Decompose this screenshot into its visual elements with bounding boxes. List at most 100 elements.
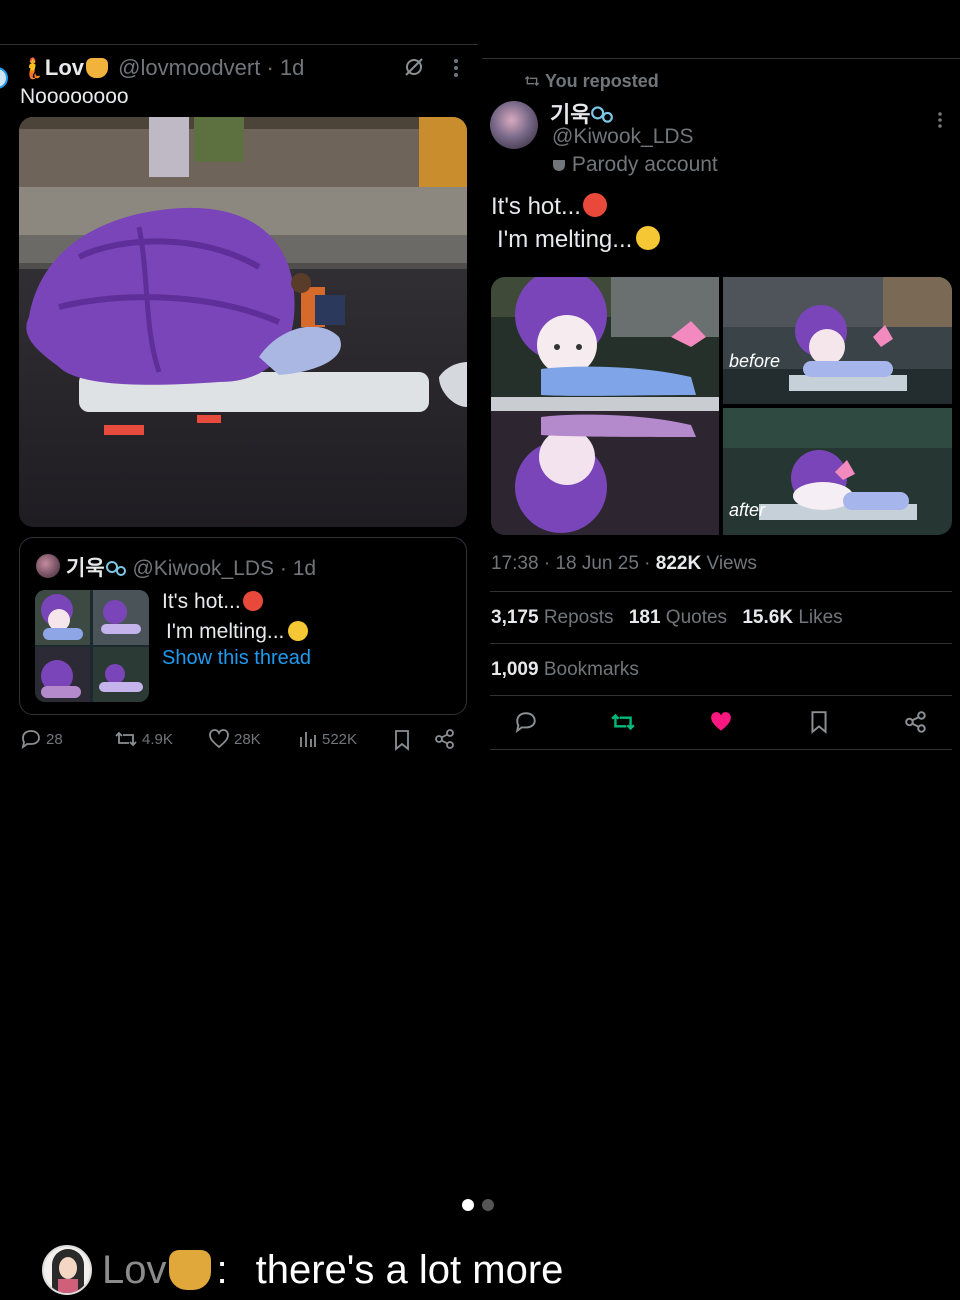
views-value: 822K xyxy=(655,553,702,574)
display-name[interactable]: 기욱 xyxy=(66,557,105,580)
likes-stat[interactable]: 15.6K Likes xyxy=(742,607,842,628)
like-icon xyxy=(209,729,229,749)
reply-button[interactable] xyxy=(514,711,538,738)
caption-bar: Lov : there's a lot more xyxy=(42,1244,563,1296)
quote-text-2: I'm melting... xyxy=(166,620,309,644)
bubbles-emoji-icon xyxy=(105,559,127,577)
bookmark-button[interactable] xyxy=(392,729,412,751)
text-line: I'm melting... xyxy=(497,226,633,253)
tweet-photo-3[interactable]: after xyxy=(723,408,952,535)
cat-emoji-icon xyxy=(168,1250,211,1290)
reply-icon xyxy=(21,730,40,749)
bubbles-emoji-icon xyxy=(590,104,614,124)
quote-media-grid[interactable] xyxy=(35,590,149,702)
avatar[interactable] xyxy=(36,554,60,578)
likes-value: 15.6K xyxy=(742,607,794,628)
reply-count: 28 xyxy=(46,730,63,748)
text-line: It's hot... xyxy=(491,193,581,220)
hot-face-emoji-icon xyxy=(582,193,607,217)
tweet-photo[interactable] xyxy=(19,117,467,527)
reply-button[interactable]: 28 xyxy=(20,729,63,749)
after-label: after xyxy=(729,500,766,520)
divider xyxy=(490,695,952,696)
page-dot[interactable] xyxy=(482,1199,494,1211)
repost-button[interactable] xyxy=(610,711,636,738)
repost-icon xyxy=(524,76,540,86)
bookmarks-value: 1,009 xyxy=(491,659,539,680)
bookmarks-stat[interactable]: 1,009 Bookmarks xyxy=(491,659,639,681)
quoted-tweet[interactable]: 기욱 @Kiwook_LDS · 1d It's hot... I'm melt… xyxy=(19,537,467,715)
display-name[interactable]: Lov xyxy=(45,55,84,80)
handle[interactable]: @Kiwook_LDS xyxy=(132,557,274,580)
caption-text: there's a lot more xyxy=(255,1247,564,1292)
reposts-value: 3,175 xyxy=(491,607,539,628)
share-button[interactable] xyxy=(434,729,456,749)
tweet-time[interactable]: 1d xyxy=(280,55,304,80)
timestamp[interactable]: 17:38 · 18 Jun 25 · xyxy=(491,553,656,574)
tweet-text-line1: It's hot... xyxy=(491,193,607,221)
caption-separator: : xyxy=(216,1247,228,1292)
mermaid-emoji-icon: 🧜 xyxy=(20,58,45,80)
page-dot-active[interactable] xyxy=(462,1199,474,1211)
show-thread-link[interactable]: Show this thread xyxy=(162,647,311,670)
repost-button[interactable]: 4.9K xyxy=(114,729,173,749)
share-button[interactable] xyxy=(904,711,928,738)
share-icon xyxy=(905,711,926,733)
left-tweet[interactable]: 🧜Lov @lovmoodvert · 1d Noooooooo 기욱 @Kiw… xyxy=(0,44,478,764)
avatar[interactable] xyxy=(0,67,8,89)
parody-label: Parody account xyxy=(571,153,718,176)
tweet-header: 🧜Lov @lovmoodvert · 1d xyxy=(20,55,305,80)
quotes-stat[interactable]: 181 Quotes xyxy=(629,607,727,628)
handle[interactable]: @Kiwook_LDS xyxy=(552,125,694,149)
reposts-label: Reposts xyxy=(543,607,614,628)
quote-header: 기욱 @Kiwook_LDS · 1d xyxy=(66,557,317,580)
like-button[interactable]: 28K xyxy=(208,729,261,749)
like-icon xyxy=(711,712,731,731)
like-button[interactable] xyxy=(709,711,733,738)
page-indicator xyxy=(462,1198,502,1216)
more-icon[interactable] xyxy=(937,111,943,134)
caption-name: Lov xyxy=(102,1247,167,1292)
divider xyxy=(490,591,952,592)
bookmark-button[interactable] xyxy=(808,710,830,739)
parody-badge: Parody account xyxy=(552,153,718,177)
tweet-photo-2[interactable]: before xyxy=(723,277,952,404)
quotes-label: Quotes xyxy=(665,607,728,628)
hot-face-emoji-icon xyxy=(242,591,263,611)
share-icon xyxy=(435,729,454,749)
repost-icon xyxy=(115,731,137,747)
action-bar: 28 4.9K 28K 522K xyxy=(20,729,460,755)
text-line: It's hot... xyxy=(162,590,241,613)
reply-icon xyxy=(515,712,536,734)
tweet-timestamp-row: 17:38 · 18 Jun 25 · 822K Views xyxy=(491,553,757,575)
repost-count: 4.9K xyxy=(142,730,173,748)
views-label: Views xyxy=(706,553,757,574)
avatar[interactable] xyxy=(490,101,538,149)
views-button[interactable]: 522K xyxy=(298,729,357,749)
right-tweet[interactable]: You reposted 기욱 @Kiwook_LDS Parody accou… xyxy=(482,58,960,750)
likes-label: Likes xyxy=(798,607,843,628)
repost-icon xyxy=(611,713,635,731)
tweet-time[interactable]: 1d xyxy=(293,557,316,580)
like-count: 28K xyxy=(234,730,261,748)
repost-context: You reposted xyxy=(524,71,659,92)
reposted-label[interactable]: You reposted xyxy=(545,71,659,91)
display-name[interactable]: 기욱 xyxy=(550,102,590,127)
tweet-text: Noooooooo xyxy=(20,85,129,108)
bookmarks-label: Bookmarks xyxy=(543,659,639,680)
more-icon[interactable] xyxy=(452,57,460,84)
tweet-photo-1[interactable] xyxy=(491,277,719,535)
melting-face-emoji-icon xyxy=(288,621,309,641)
bookmark-icon xyxy=(811,711,827,734)
divider xyxy=(490,749,952,750)
view-count: 522K xyxy=(322,730,358,748)
quote-text: It's hot... xyxy=(162,590,263,614)
before-label: before xyxy=(729,351,781,371)
divider xyxy=(490,643,952,644)
grok-icon[interactable] xyxy=(402,55,426,84)
cat-emoji-icon xyxy=(86,58,109,78)
avatar[interactable] xyxy=(42,1245,92,1295)
handle[interactable]: @lovmoodvert xyxy=(118,55,260,80)
text-line: I'm melting... xyxy=(166,620,285,643)
reposts-stat[interactable]: 3,175 Reposts xyxy=(491,607,614,628)
